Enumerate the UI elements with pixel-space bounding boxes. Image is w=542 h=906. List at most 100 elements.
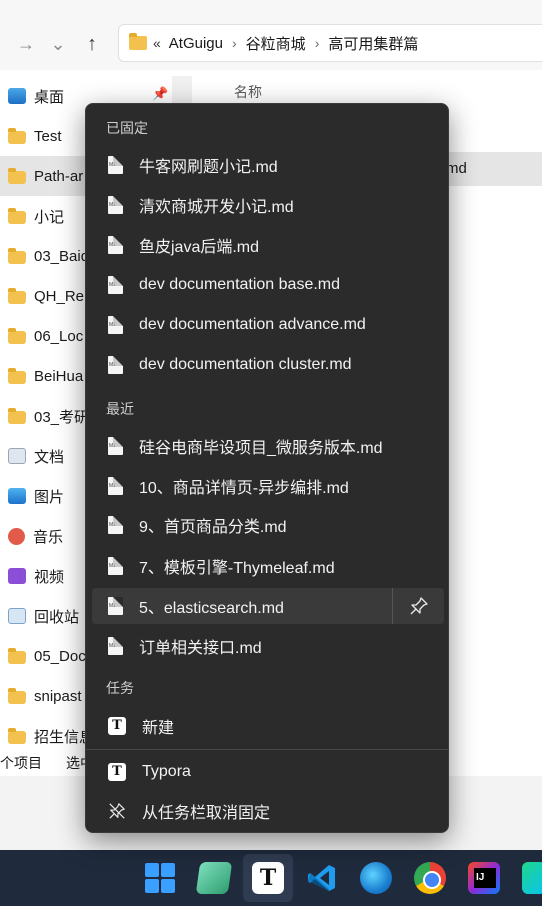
pinned-item[interactable]: dev documentation advance.md <box>92 307 444 343</box>
windows-start-icon[interactable] <box>144 862 176 894</box>
recent-item[interactable]: 9、首页商品分类.md <box>92 507 444 543</box>
folder-icon <box>8 207 26 224</box>
recent-item-label: 硅谷电商毕设项目_微服务版本.md <box>139 440 383 457</box>
folder-icon <box>8 167 26 184</box>
recent-item-label: 10、商品详情页-异步编排.md <box>139 480 349 497</box>
typora-icon[interactable]: T <box>252 862 284 894</box>
recent-item-label: 订单相关接口.md <box>139 640 262 657</box>
file-name-suffix: md <box>446 160 467 177</box>
breadcrumb-mall[interactable]: 谷粒商城 <box>246 33 306 54</box>
overflow-crumbs-icon[interactable]: « <box>153 35 161 51</box>
markdown-file-icon <box>108 236 123 254</box>
markdown-file-icon <box>108 516 123 534</box>
typora-icon: T <box>108 717 126 735</box>
breadcrumb-separator-icon[interactable]: › <box>232 35 237 51</box>
music-icon <box>8 527 25 545</box>
markdown-file-icon <box>108 196 123 214</box>
intellij-idea-icon[interactable] <box>468 862 500 894</box>
pin-to-list-icon[interactable] <box>392 588 444 624</box>
menu-divider <box>86 749 448 750</box>
unpin-icon <box>108 802 126 820</box>
explorer-toolbar: → ⌄ ↑ « AtGuigu › 谷粒商城 › 高可用集群篇 <box>0 0 542 70</box>
recent-item[interactable]: 订单相关接口.md <box>92 628 444 664</box>
sidebar-item-label: 06_Loc <box>34 327 84 345</box>
folder-icon <box>8 287 26 304</box>
pinned-item[interactable]: dev documentation base.md <box>92 267 444 303</box>
up-arrow-icon[interactable]: ↑ <box>80 30 104 58</box>
pinned-item-label: 清欢商城开发小记.md <box>139 199 294 216</box>
recycle-bin-icon <box>8 608 26 624</box>
datagrip-icon[interactable] <box>522 862 542 894</box>
sidebar-item-label: Test <box>34 127 62 145</box>
chrome-icon[interactable] <box>414 862 446 894</box>
markdown-file-icon <box>108 477 123 495</box>
address-bar[interactable]: « AtGuigu › 谷粒商城 › 高可用集群篇 <box>118 24 542 62</box>
recent-item[interactable]: 7、模板引擎-Thymeleaf.md <box>92 548 444 584</box>
tasks-section-header: 任务 <box>106 680 134 696</box>
task-new-label: 新建 <box>142 720 175 737</box>
folder-icon <box>8 407 26 424</box>
markdown-file-icon <box>108 437 123 455</box>
typora-icon: T <box>108 763 126 781</box>
pinned-item[interactable]: 清欢商城开发小记.md <box>92 187 444 223</box>
forward-arrow-icon[interactable]: → <box>14 30 38 58</box>
breadcrumb-cluster[interactable]: 高可用集群篇 <box>328 33 418 54</box>
recent-item[interactable]: 10、商品详情页-异步编排.md <box>92 468 444 504</box>
folder-icon <box>8 727 26 744</box>
app-name-label: Typora <box>142 763 191 780</box>
sidebar-item-label: 05_Doc <box>34 647 86 665</box>
task-new[interactable]: T 新建 <box>92 708 444 744</box>
pinned-item[interactable]: dev documentation cluster.md <box>92 347 444 383</box>
sidebar-item-label: BeiHua <box>34 367 84 385</box>
recent-locations-chevron-icon[interactable]: ⌄ <box>46 30 70 58</box>
sidebar-item-label: 视频 <box>34 568 65 586</box>
sidebar-item-label: 音乐 <box>33 528 64 546</box>
recent-item[interactable]: 硅谷电商毕设项目_微服务版本.md <box>92 428 444 464</box>
item-count: 个项目 <box>0 755 42 771</box>
taskbar: T <box>0 850 542 906</box>
pinned-item[interactable]: 牛客网刷题小记.md <box>92 147 444 183</box>
unpin-from-taskbar-item[interactable]: 从任务栏取消固定 <box>92 793 444 829</box>
typora-jump-list: 已固定 牛客网刷题小记.md 清欢商城开发小记.md 鱼皮java后端.md d… <box>85 103 449 833</box>
recent-item-label: 5、elasticsearch.md <box>139 600 284 617</box>
markdown-file-icon <box>108 356 123 374</box>
open-typora-item[interactable]: T Typora <box>92 754 444 790</box>
breadcrumb-atguigu[interactable]: AtGuigu <box>169 35 223 52</box>
sticky-notes-icon[interactable] <box>195 862 233 894</box>
sidebar-item-label: snipast <box>34 687 82 705</box>
folder-icon <box>8 247 26 264</box>
sidebar-item-label: 03_考研 <box>34 408 90 426</box>
markdown-file-icon <box>108 557 123 575</box>
markdown-file-icon <box>108 316 123 334</box>
documents-icon <box>8 448 26 464</box>
edge-icon[interactable] <box>360 862 392 894</box>
recent-section-header: 最近 <box>106 401 134 417</box>
sidebar-item-label: 回收站 <box>34 608 80 626</box>
sidebar-item-label: 03_Baid <box>34 247 90 265</box>
unpin-label: 从任务栏取消固定 <box>142 805 271 822</box>
markdown-file-icon <box>108 276 123 294</box>
desktop-icon <box>8 88 26 104</box>
pinned-item-label: dev documentation advance.md <box>139 316 366 333</box>
pinned-item-label: dev documentation base.md <box>139 276 341 293</box>
markdown-file-icon <box>108 637 123 655</box>
pin-icon: 📌 <box>152 86 169 101</box>
recent-item-label: 7、模板引擎-Thymeleaf.md <box>139 560 335 577</box>
vscode-icon[interactable] <box>306 862 338 894</box>
pinned-item[interactable]: 鱼皮java后端.md <box>92 227 444 263</box>
folder-icon <box>129 33 147 50</box>
sidebar-item-label: 文档 <box>34 448 65 466</box>
sidebar-item-label: 图片 <box>34 488 65 506</box>
videos-icon <box>8 568 26 584</box>
breadcrumb-separator-icon[interactable]: › <box>315 35 320 51</box>
folder-icon <box>8 367 26 384</box>
recent-item-label: 9、首页商品分类.md <box>139 519 287 536</box>
recent-item-hovered[interactable]: 5、elasticsearch.md <box>92 588 444 624</box>
markdown-file-icon <box>108 156 123 174</box>
folder-icon <box>8 647 26 664</box>
sidebar-item-label: QH_Re <box>34 287 85 305</box>
sidebar-item-label: Path-ar <box>34 167 84 185</box>
folder-icon <box>8 127 26 144</box>
column-header-name[interactable]: 名称 <box>234 82 262 102</box>
pinned-item-label: 牛客网刷题小记.md <box>139 159 278 176</box>
